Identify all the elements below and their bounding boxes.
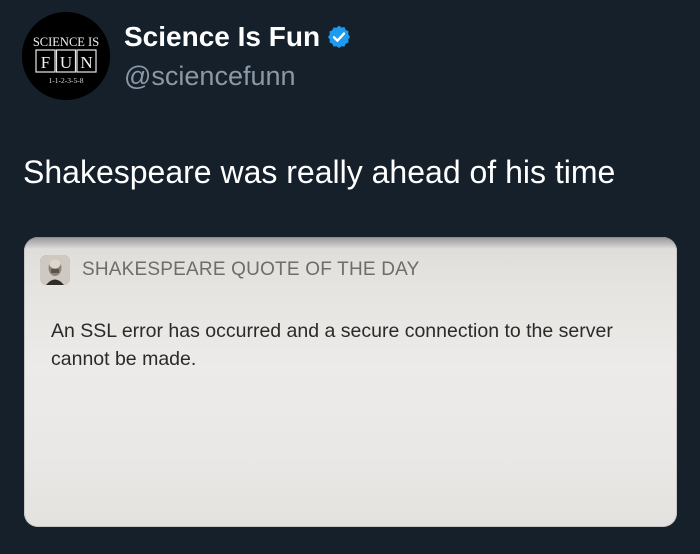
- notification-app-name: SHAKESPEARE QUOTE OF THE DAY: [82, 259, 420, 280]
- avatar-letter-u: U: [60, 53, 72, 72]
- display-name[interactable]: Science Is Fun: [124, 18, 320, 56]
- tweet-card: SCIENCE IS F U N 1-1-2-3-5-8 Science Is …: [0, 0, 700, 554]
- account-names: Science Is Fun @sciencefunn: [124, 18, 352, 94]
- media-shadow: [24, 237, 677, 249]
- account-handle[interactable]: @sciencefunn: [124, 58, 352, 94]
- display-name-row: Science Is Fun: [124, 18, 352, 56]
- avatar-fibonacci: 1-1-2-3-5-8: [49, 76, 84, 85]
- avatar-letter-n: N: [80, 53, 92, 72]
- shakespeare-portrait-icon: [40, 255, 70, 285]
- tweet-text: Shakespeare was really ahead of his time: [23, 154, 616, 190]
- avatar-letter-f: F: [41, 53, 50, 72]
- tweet-header: SCIENCE IS F U N 1-1-2-3-5-8 Science Is …: [22, 12, 352, 104]
- avatar[interactable]: SCIENCE IS F U N 1-1-2-3-5-8: [22, 12, 110, 100]
- avatar-line-science: SCIENCE IS: [33, 35, 99, 49]
- tweet-media-image[interactable]: SHAKESPEARE QUOTE OF THE DAY An SSL erro…: [24, 237, 677, 527]
- verified-badge-icon[interactable]: [326, 24, 352, 50]
- notification-message: An SSL error has occurred and a secure c…: [51, 320, 613, 370]
- notification-header: SHAKESPEARE QUOTE OF THE DAY: [40, 255, 419, 285]
- science-is-fun-logo: SCIENCE IS F U N 1-1-2-3-5-8: [22, 12, 110, 100]
